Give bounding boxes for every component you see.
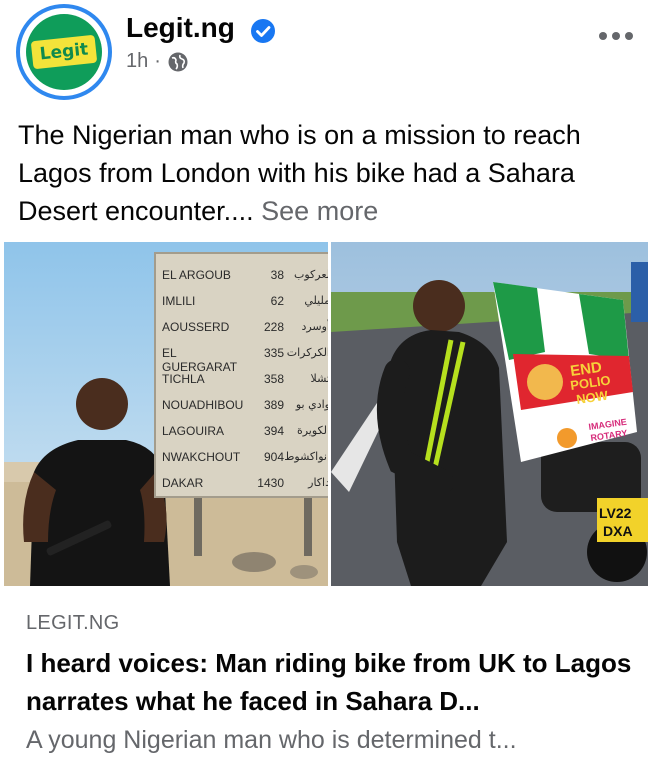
sign-dist: 358 [263,372,284,386]
plate-line-2: DXA [603,523,633,539]
sign-row: EL GUERGARAT 335 الكركرات [162,346,328,374]
sign-row: EL ARGOUB 38 لعركوب [162,268,328,282]
sign-town: TICHLA [162,372,205,386]
sign-town: NOUADHIBOU [162,398,244,412]
more-options-icon[interactable] [598,30,634,42]
sign-arabic: انواكشوط [284,450,328,463]
avatar-logo-text: Legit [30,34,98,70]
post-time[interactable]: 1h [126,50,148,73]
sign-town: EL ARGOUB [162,268,231,282]
sign-arabic: تشلا [310,372,328,385]
link-preview-card[interactable]: LEGIT.NG I heard voices: Man riding bike… [0,596,648,774]
flag-text-now: NOW [575,388,609,407]
link-description: A young Nigerian man who is determined t… [26,726,517,754]
sign-row: NOUADHIBOU 389 وادي بو [162,398,328,412]
link-title[interactable]: I heard voices: Man riding bike from UK … [26,644,636,720]
photo-right-labels: END POLIO NOW IMAGINE ROTARY LV22 DXA [569,359,633,539]
sign-dist: 38 [270,268,284,282]
sign-arabic: الكويرة [296,424,328,437]
sign-dist: 904 [263,450,284,464]
plate-line-1: LV22 [599,505,632,521]
sign-town: EL GUERGARAT [162,346,238,374]
sign-arabic: الكركرات [286,346,328,359]
road-sign: EL ARGOUB 38 لعركوب IMLILI 62 مليلي AOUSSERD 22… [154,252,328,498]
sign-row: TICHLA 358 تشلا [162,372,328,386]
sign-arabic: لعركوب [293,268,328,281]
page-name[interactable]: Legit.ng [126,12,235,44]
sign-dist: 228 [263,320,284,334]
sign-dist: 394 [263,424,284,438]
sign-row: DAKAR 1430 داكار [162,476,328,490]
sign-arabic: وادي بو [295,398,328,411]
sign-row: AOUSSERD 228 أوسرد [162,320,328,334]
sign-arabic: مليلي [304,294,328,307]
sign-dist: 335 [263,346,284,360]
sign-arabic: أوسرد [301,320,328,333]
post-meta: 1h · [126,50,189,73]
link-source: LEGIT.NG [26,612,120,634]
photo-grid: EL ARGOUB 38 لعركوب IMLILI 62 مليلي AOUSSERD 22… [0,242,648,586]
sign-arabic: داكار [308,476,328,489]
photo-right[interactable]: END POLIO NOW IMAGINE ROTARY LV22 DXA [331,242,648,586]
page-avatar[interactable]: Legit [16,4,112,100]
sign-town: IMLILI [162,294,196,308]
photo-left[interactable]: EL ARGOUB 38 لعركوب IMLILI 62 مليلي AOUSSERD 22… [4,242,328,586]
sign-town: DAKAR [162,476,204,490]
public-globe-icon [168,52,188,71]
meta-separator: · [154,50,161,72]
sign-dist: 62 [270,294,284,308]
sign-town: LAGOUIRA [162,424,225,438]
post-header: Legit Legit.ng 1h · [0,0,648,108]
verified-badge-icon [251,19,275,43]
sign-town: AOUSSERD [162,320,230,334]
see-more-link[interactable]: See more [261,196,378,226]
sign-row: NWAKCHOUT 904 انواكشوط [162,450,328,464]
sign-row: LAGOUIRA 394 الكويرة [162,424,328,438]
avatar-logo: Legit [26,14,102,90]
sign-dist: 389 [263,398,284,412]
sign-row: IMLILI 62 مليلي [162,294,328,308]
sign-town: NWAKCHOUT [162,450,241,464]
sign-dist: 1430 [257,476,284,490]
post-text: The Nigerian man who is on a mission to … [18,116,636,230]
